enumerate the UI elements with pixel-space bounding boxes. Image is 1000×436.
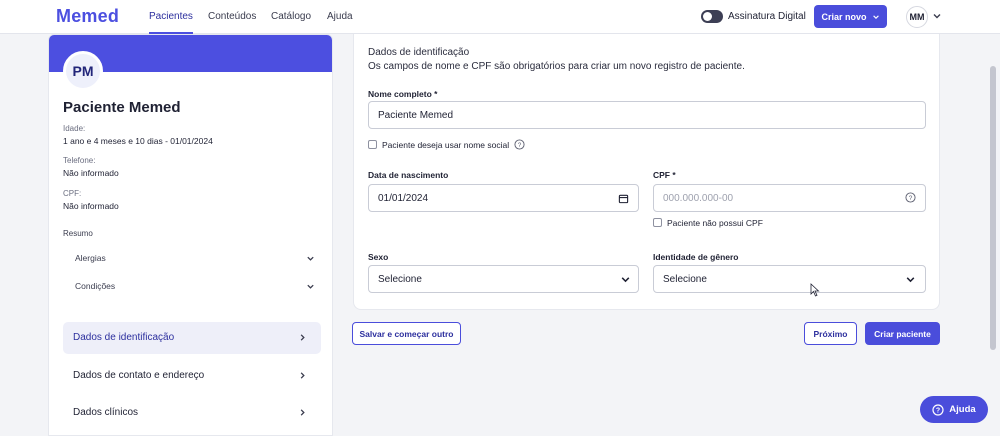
help-circle-icon[interactable]: ? [905,192,916,203]
cpf-placeholder: 000.000.000-00 [663,192,734,204]
digital-signature-label: Assinatura Digital [728,11,806,22]
birth-date-label: Data de nascimento [368,170,449,180]
accordion-conditions-label: Condições [75,281,116,291]
help-circle-icon: ? [932,403,944,416]
chevron-down-icon [872,14,879,19]
social-name-label: Paciente deseja usar nome social [382,140,510,150]
patient-name: Paciente Memed [63,99,181,116]
sidebar-item-label: Dados de identificação [73,332,175,343]
cpf-info-label: CPF: [63,189,82,198]
create-new-label: Criar novo [821,11,867,22]
gender-identity-select[interactable]: Selecione [653,265,926,293]
svg-text:?: ? [936,407,940,414]
chevron-right-icon [300,372,305,379]
birth-date-input[interactable]: 01/01/2024 [368,184,639,212]
create-patient-button[interactable]: Criar paciente [865,322,940,345]
memed-logo[interactable]: Memed [56,6,119,27]
sex-select[interactable]: Selecione [368,265,639,293]
chevron-right-icon [300,409,305,416]
digital-signature-toggle[interactable] [701,10,723,23]
svg-text:?: ? [518,142,522,149]
next-button[interactable]: Próximo [804,322,857,345]
phone-label: Telefone: [63,156,96,165]
tab-catalogo[interactable]: Catálogo [271,0,311,34]
no-cpf-checkbox[interactable] [653,218,662,227]
sidebar-item-identification[interactable]: Dados de identificação [63,322,321,354]
toggle-knob [703,12,712,21]
create-new-button[interactable]: Criar novo [814,5,887,28]
summary-label: Resumo [63,229,93,238]
svg-text:?: ? [909,195,913,202]
birth-date-value: 01/01/2024 [378,192,429,204]
chevron-down-icon [307,256,314,261]
accordion-allergies[interactable]: Alergias [63,250,321,266]
sex-label: Sexo [368,252,389,262]
patient-summary-card: PM Paciente Memed Idade: 1 ano e 4 meses… [48,34,333,436]
help-circle-icon[interactable]: ? [514,139,525,150]
accordion-conditions[interactable]: Condições [63,278,321,294]
calendar-icon[interactable] [618,193,629,204]
user-menu-chevron-icon[interactable] [932,11,942,21]
age-label: Idade: [63,124,86,133]
tab-ajuda[interactable]: Ajuda [327,0,353,34]
user-avatar[interactable]: MM [906,6,928,28]
help-label: Ajuda [949,404,976,415]
tab-conteudos[interactable]: Conteúdos [208,0,256,34]
identification-form-card: Dados de identificação Os campos de nome… [353,34,940,310]
cpf-info-value: Não informado [63,201,119,211]
full-name-input[interactable]: Paciente Memed [368,101,926,129]
sidebar-item-contact-address[interactable]: Dados de contato e endereço [63,360,321,392]
tab-pacientes[interactable]: Pacientes [149,0,193,34]
scrollbar-thumb[interactable] [990,66,996,350]
cpf-input[interactable]: 000.000.000-00 [653,184,926,212]
age-value: 1 ano e 4 meses e 10 dias - 01/01/2024 [63,136,213,146]
accordion-allergies-label: Alergias [75,253,106,263]
phone-value: Não informado [63,168,119,178]
no-cpf-label: Paciente não possui CPF [667,218,763,228]
sidebar-item-label: Dados clínicos [73,407,139,418]
full-name-label: Nome completo * [368,89,438,99]
cpf-label: CPF * [653,170,676,180]
mouse-pointer-icon [810,283,820,297]
top-navigation-bar: Memed Pacientes Conteúdos Catálogo Ajuda… [0,0,1000,34]
social-name-checkbox[interactable] [368,140,377,149]
full-name-value: Paciente Memed [378,109,454,121]
patient-avatar: PM [63,51,103,91]
chevron-down-icon [307,284,314,289]
help-floating-button[interactable]: ? Ajuda [920,396,988,423]
chevron-down-icon [621,277,630,283]
sidebar-item-clinical[interactable]: Dados clínicos [63,397,321,429]
sidebar-item-label: Dados de contato e endereço [73,370,205,381]
sex-select-value: Selecione [378,273,422,285]
gender-identity-label: Identidade de gênero [653,252,739,262]
gender-identity-value: Selecione [663,273,707,285]
chevron-down-icon [906,277,915,283]
chevron-right-icon [300,334,305,341]
section-description: Os campos de nome e CPF são obrigatórios… [368,61,745,72]
save-and-start-another-button[interactable]: Salvar e começar outro [352,322,461,345]
section-title: Dados de identificação [368,47,470,58]
